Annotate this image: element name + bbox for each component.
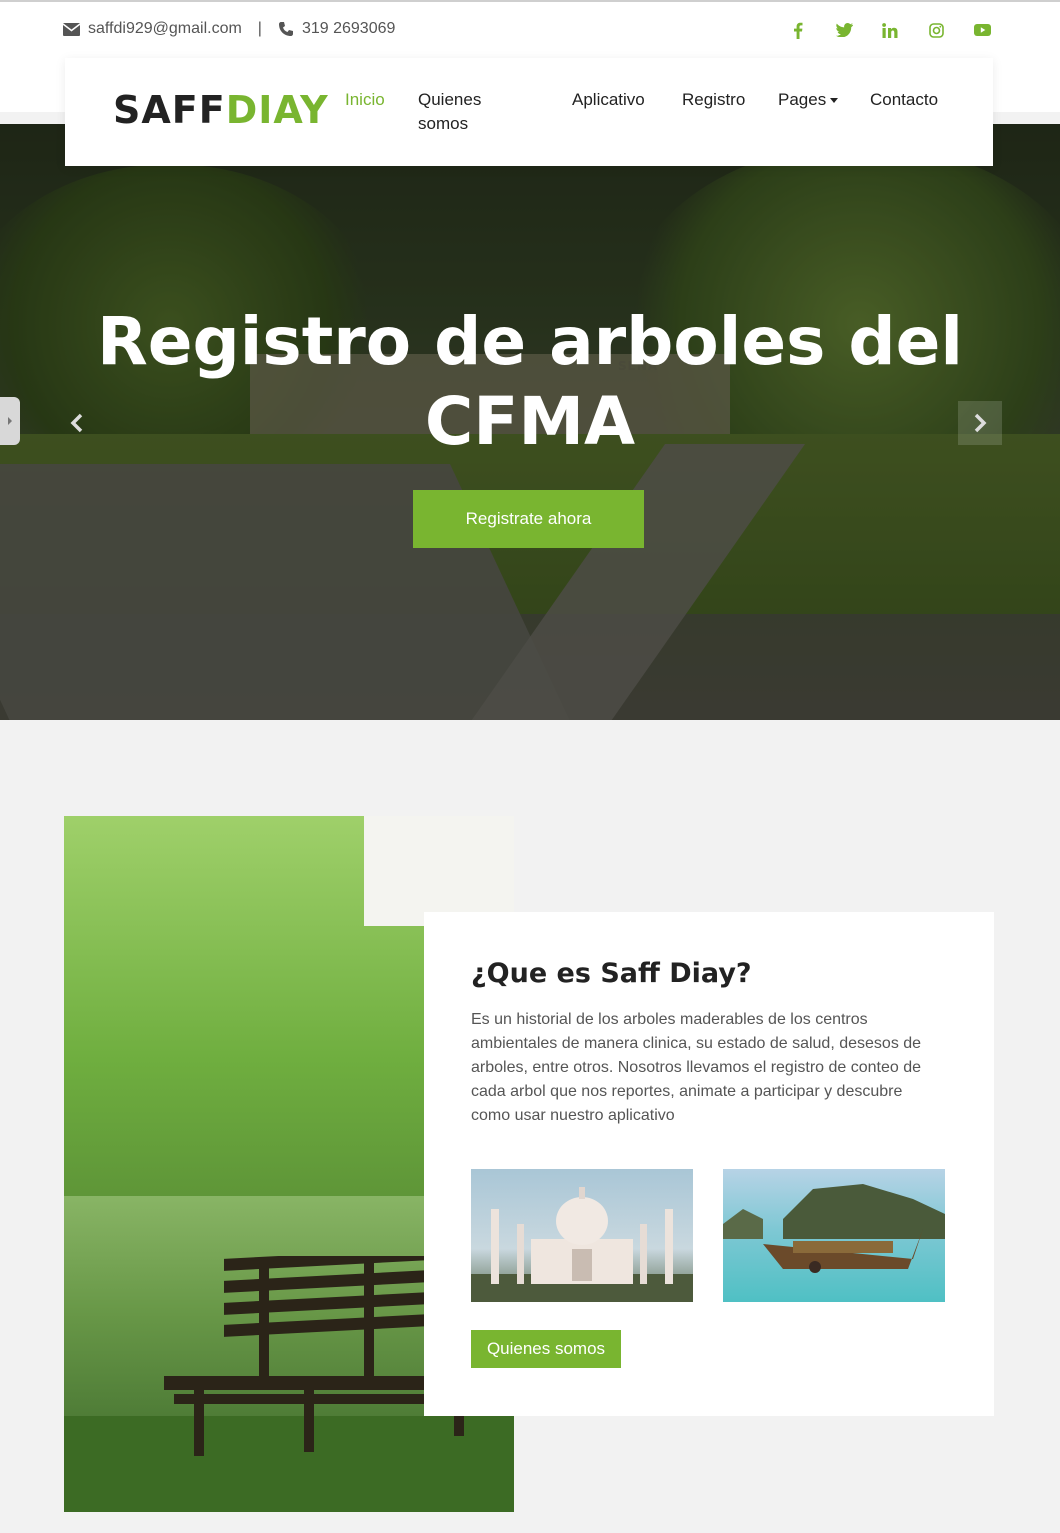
nav-pages-label: Pages xyxy=(778,90,827,109)
hero-title-line1: Registro de arboles del xyxy=(96,303,964,380)
instagram-link[interactable] xyxy=(926,20,946,40)
contact-separator: | xyxy=(257,20,262,37)
linkedin-link[interactable] xyxy=(880,20,900,40)
envelope-icon xyxy=(63,22,80,36)
chevron-right-icon xyxy=(8,417,12,425)
phone-link[interactable]: 319 2693069 xyxy=(278,20,395,38)
about-card: ¿Que es Saff Diay? Es un historial de lo… xyxy=(424,912,994,1416)
carousel-next-button[interactable] xyxy=(958,401,1002,445)
nav-inicio[interactable]: Inicio xyxy=(345,88,385,112)
about-description: Es un historial de los arboles maderable… xyxy=(471,1011,922,1124)
caret-down-icon xyxy=(830,98,839,104)
instagram-icon xyxy=(928,22,944,38)
facebook-icon xyxy=(794,22,803,39)
email-text: saffdi929@gmail.com xyxy=(88,20,242,37)
youtube-link[interactable] xyxy=(972,20,992,40)
email-link[interactable]: saffdi929@gmail.com xyxy=(63,20,242,38)
hero-carousel: SENA Registro de arboles del CFMA Regist… xyxy=(0,124,1060,720)
nav-pages-dropdown[interactable]: Pages xyxy=(778,88,839,112)
nav-registro[interactable]: Registro xyxy=(682,88,745,112)
chevron-left-icon xyxy=(70,413,83,433)
social-links xyxy=(788,20,992,40)
nav-contacto[interactable]: Contacto xyxy=(870,88,938,112)
about-title: ¿Que es Saff Diay? xyxy=(471,958,752,989)
contact-info: saffdi929@gmail.com | 319 2693069 xyxy=(63,20,395,38)
youtube-icon xyxy=(973,24,991,36)
carousel-prev-button[interactable] xyxy=(55,401,99,445)
phone-icon xyxy=(278,22,293,36)
brand-logo[interactable]: SAFFDIAY xyxy=(113,88,329,132)
twitter-link[interactable] xyxy=(834,20,854,40)
linkedin-icon xyxy=(882,22,898,38)
taj-mahal-thumbnail xyxy=(471,1169,693,1302)
boat-beach-illustration xyxy=(723,1184,945,1273)
taj-mahal-illustration xyxy=(471,1187,693,1302)
brand-part-1: SAFF xyxy=(113,88,226,132)
nav-aplicativo[interactable]: Aplicativo xyxy=(572,88,645,112)
main-navbar: SAFFDIAY Inicio Quienes somos Aplicativo… xyxy=(65,58,993,166)
side-drawer-tab[interactable] xyxy=(0,397,20,445)
about-us-button[interactable]: Quienes somos xyxy=(471,1330,621,1368)
nav-quienes-line2: somos xyxy=(418,114,469,133)
twitter-icon xyxy=(835,23,853,37)
hero-title-line2: CFMA xyxy=(424,383,636,460)
nav-quienes-line1: Quienes xyxy=(418,90,482,109)
nav-quienes-somos[interactable]: Quienes somos xyxy=(418,88,481,136)
about-image-sky xyxy=(364,816,514,926)
phone-text: 319 2693069 xyxy=(301,20,396,37)
register-now-button[interactable]: Registrate ahora xyxy=(413,490,644,548)
boat-beach-thumbnail xyxy=(723,1169,945,1302)
brand-part-2: DIAY xyxy=(225,88,329,132)
facebook-link[interactable] xyxy=(788,20,808,40)
chevron-right-icon xyxy=(974,413,987,433)
hero-title: Registro de arboles del CFMA xyxy=(0,302,1060,462)
